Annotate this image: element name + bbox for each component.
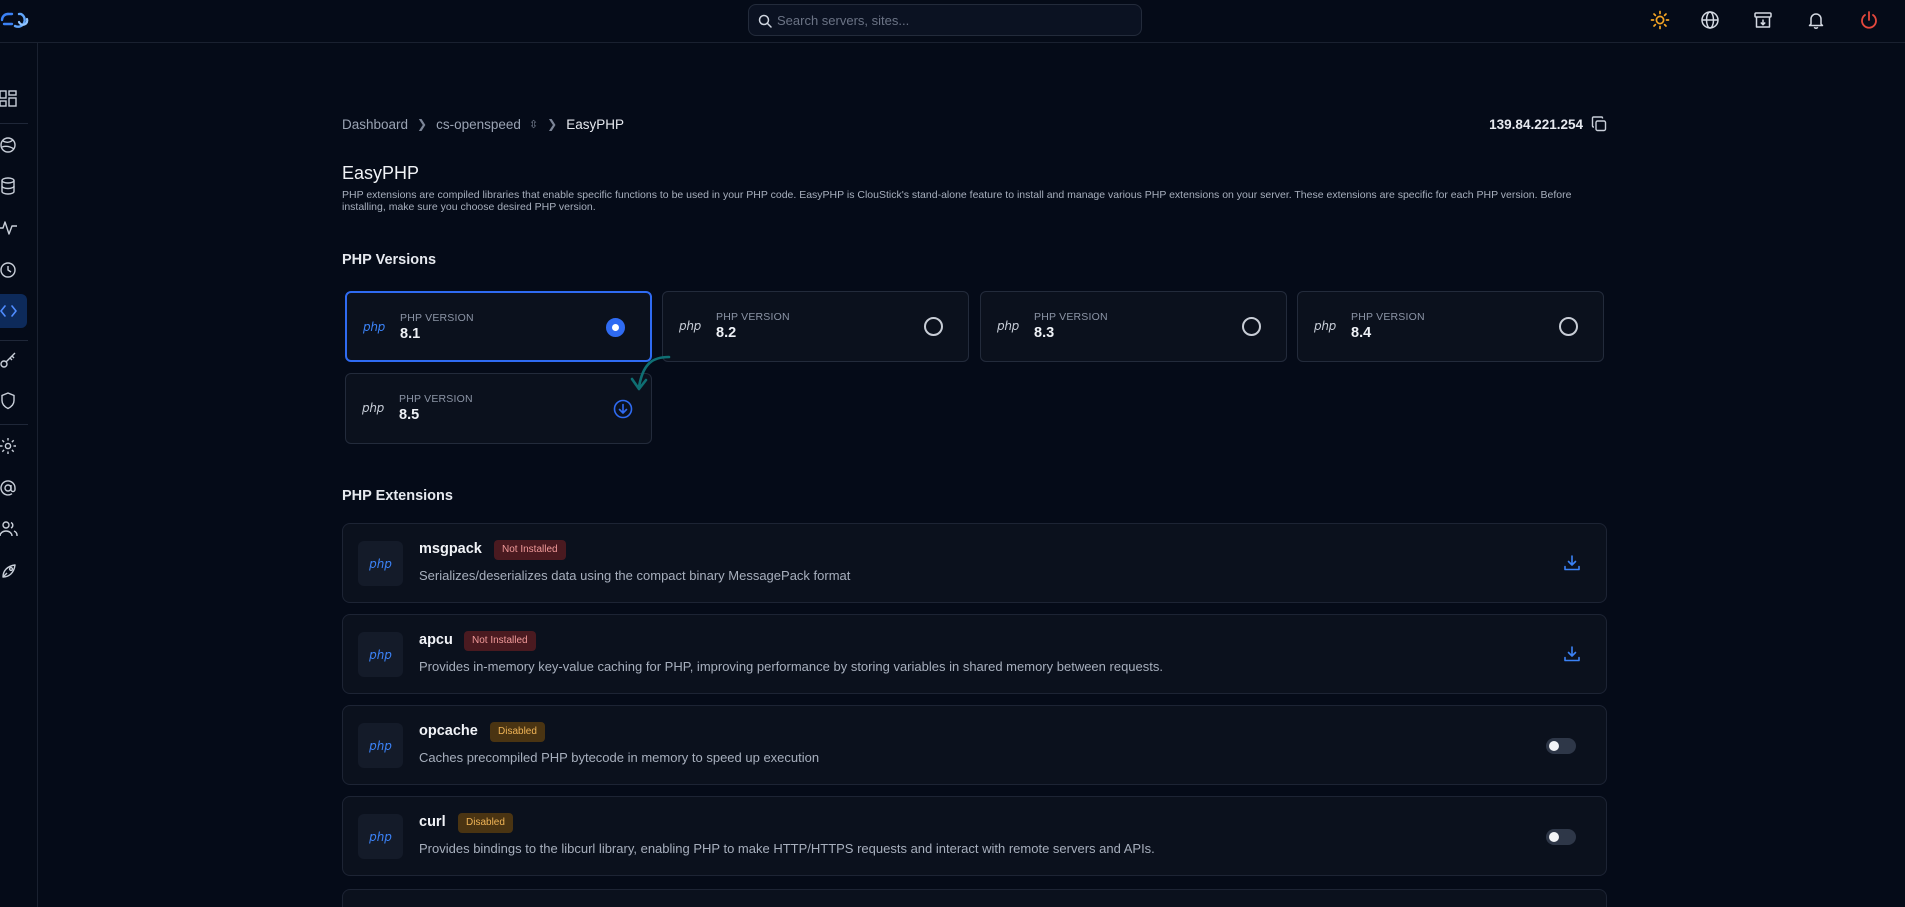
extension-row-curl: php curl Disabled Provides bindings to t… xyxy=(342,796,1607,876)
php-version-number: 8.4 xyxy=(1351,325,1372,341)
download-icon[interactable] xyxy=(1563,554,1581,572)
dashboard-icon[interactable] xyxy=(0,90,18,108)
php-version-card-8-3[interactable]: php PHP VERSION 8.3 xyxy=(980,291,1287,362)
extension-description: Provides in-memory key-value caching for… xyxy=(419,659,1163,674)
annotation-arrow-icon xyxy=(630,355,671,391)
breadcrumb: Dashboard ❯ cs-openspeed ⇳ ❯ EasyPHP xyxy=(342,115,624,133)
copy-icon[interactable] xyxy=(1591,116,1607,132)
php-version-label: PHP VERSION xyxy=(716,311,790,323)
php-logo-icon: php xyxy=(358,632,403,677)
status-badge: Disabled xyxy=(490,722,545,742)
extension-description: Serializes/deserializes data using the c… xyxy=(419,568,851,583)
php-version-card-8-4[interactable]: php PHP VERSION 8.4 xyxy=(1297,291,1604,362)
install-version-icon[interactable] xyxy=(613,399,633,419)
radio-icon[interactable] xyxy=(1242,317,1261,336)
download-icon[interactable] xyxy=(1563,645,1581,663)
radio-icon[interactable] xyxy=(1559,317,1578,336)
server-ip-value: 139.84.221.254 xyxy=(1489,116,1583,132)
database-icon[interactable] xyxy=(0,177,18,195)
bell-icon[interactable] xyxy=(1806,10,1826,30)
extension-row-apcu: php apcu Not Installed Provides in-memor… xyxy=(342,614,1607,694)
php-version-label: PHP VERSION xyxy=(1351,311,1425,323)
sun-icon[interactable] xyxy=(1650,10,1670,30)
php-logo-icon: php xyxy=(358,814,403,859)
users-icon[interactable] xyxy=(0,520,18,538)
page-title: EasyPHP xyxy=(342,163,420,183)
radio-icon[interactable] xyxy=(924,317,943,336)
activity-icon[interactable] xyxy=(0,219,18,237)
breadcrumb-dashboard[interactable]: Dashboard xyxy=(342,117,408,132)
php-logo-icon: php xyxy=(997,319,1019,333)
search-input[interactable] xyxy=(777,5,1127,35)
php-version-number: 8.3 xyxy=(1034,325,1055,341)
php-version-label: PHP VERSION xyxy=(1034,311,1108,323)
php-extensions-heading: PHP Extensions xyxy=(342,488,453,504)
breadcrumb-current: EasyPHP xyxy=(566,116,624,132)
code-icon[interactable] xyxy=(0,302,18,320)
top-bar xyxy=(0,0,1905,43)
php-version-card-8-5[interactable]: php PHP VERSION 8.5 xyxy=(345,373,652,444)
php-logo-icon: php xyxy=(363,320,385,334)
key-icon[interactable] xyxy=(0,351,18,369)
php-logo-icon: php xyxy=(358,541,403,586)
extension-name: apcu xyxy=(419,632,453,648)
extension-name: curl xyxy=(419,814,446,830)
extension-toggle[interactable] xyxy=(1546,738,1576,754)
chevron-up-down-icon[interactable]: ⇳ xyxy=(529,118,538,131)
chevron-right-icon: ❯ xyxy=(417,117,428,131)
extension-row-partial xyxy=(342,889,1607,907)
php-versions-heading: PHP Versions xyxy=(342,252,437,268)
server-ip: 139.84.221.254 xyxy=(1489,114,1607,134)
php-logo-icon: php xyxy=(358,723,403,768)
clock-icon[interactable] xyxy=(0,261,18,279)
shield-icon[interactable] xyxy=(0,392,18,410)
php-logo-icon: php xyxy=(362,401,384,415)
status-badge: Disabled xyxy=(458,813,513,833)
sidebar: S xyxy=(0,43,38,907)
extension-row-msgpack: php msgpack Not Installed Serializes/des… xyxy=(342,523,1607,603)
php-version-label: PHP VERSION xyxy=(399,393,473,405)
extension-toggle[interactable] xyxy=(1546,829,1576,845)
extension-name: msgpack xyxy=(419,541,482,557)
rocket-icon[interactable] xyxy=(0,562,18,580)
chevron-right-icon: ❯ xyxy=(547,117,558,131)
archive-icon[interactable] xyxy=(1753,10,1773,30)
extension-row-opcache: php opcache Disabled Caches precompiled … xyxy=(342,705,1607,785)
page-description: PHP extensions are compiled libraries th… xyxy=(342,189,1572,213)
php-version-card-8-2[interactable]: php PHP VERSION 8.2 xyxy=(662,291,969,362)
php-logo-icon: php xyxy=(1314,319,1336,333)
php-version-number: 8.5 xyxy=(399,407,420,423)
sites-icon[interactable] xyxy=(0,136,18,154)
search-bar[interactable] xyxy=(748,4,1142,36)
extension-description: Provides bindings to the libcurl library… xyxy=(419,841,1155,856)
at-sign-icon[interactable] xyxy=(0,479,18,497)
php-version-label: PHP VERSION xyxy=(400,312,474,324)
search-icon xyxy=(758,14,772,28)
radio-selected-icon[interactable] xyxy=(606,318,625,337)
extension-name: opcache xyxy=(419,723,478,739)
status-badge: Not Installed xyxy=(494,540,566,560)
php-version-number: 8.2 xyxy=(716,325,737,341)
php-version-number: 8.1 xyxy=(400,326,421,342)
gear-icon[interactable] xyxy=(0,437,18,455)
php-logo-icon: php xyxy=(679,319,701,333)
globe-icon[interactable] xyxy=(1700,10,1720,30)
php-version-card-8-1[interactable]: php PHP VERSION 8.1 xyxy=(345,291,652,362)
extension-description: Caches precompiled PHP bytecode in memor… xyxy=(419,750,820,765)
power-icon[interactable] xyxy=(1859,10,1879,30)
cloustick-logo[interactable] xyxy=(0,9,32,31)
status-badge: Not Installed xyxy=(464,631,536,651)
breadcrumb-server[interactable]: cs-openspeed xyxy=(436,117,521,132)
